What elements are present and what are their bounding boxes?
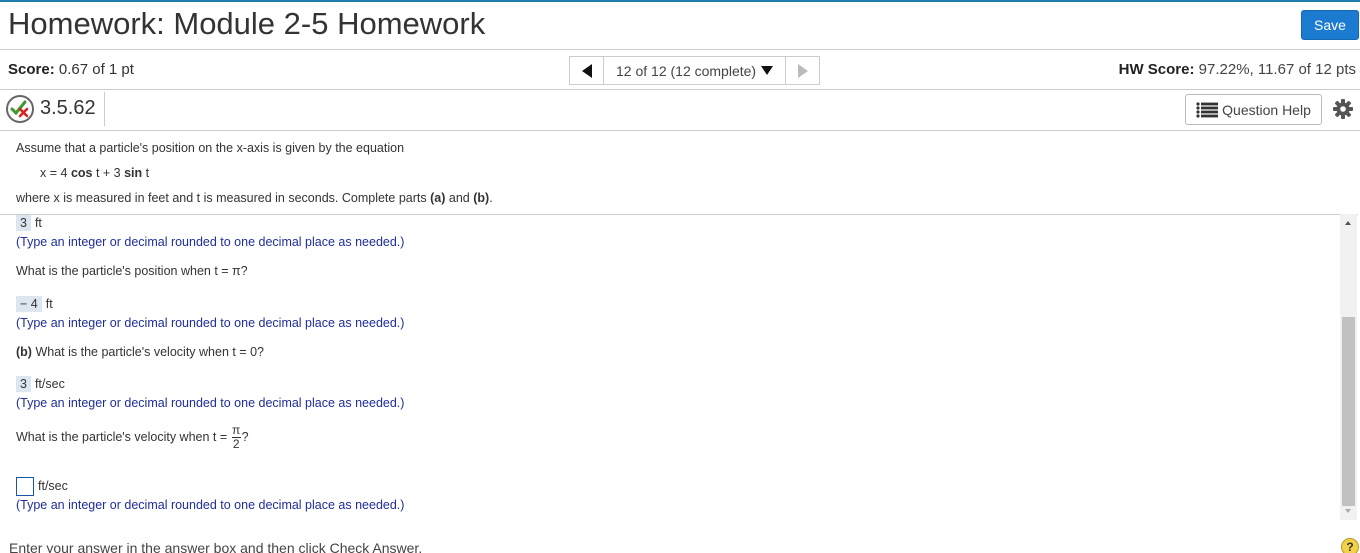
equation-sin: sin (124, 166, 143, 180)
scroll-up-icon[interactable] (1345, 221, 1351, 225)
part-b-label: (b) (16, 345, 32, 359)
answer-value[interactable]: 3 (16, 215, 31, 231)
unit-label: ft/sec (38, 478, 68, 493)
score-value: 0.67 of 1 pt (58, 61, 134, 78)
list-icon (1196, 101, 1219, 118)
page-title: Homework: Module 2-5 Homework (8, 6, 486, 41)
chevron-left-icon (581, 63, 592, 78)
question-text-body: What is the particle's velocity when t =… (35, 345, 264, 359)
equation-part: x = 4 (40, 166, 68, 180)
next-question-button[interactable] (785, 56, 821, 85)
answer-value[interactable]: − 4 (16, 296, 42, 312)
answer-row: 3 ft (16, 215, 42, 231)
part-a-label: (a) (430, 191, 446, 205)
previous-question-button[interactable] (569, 56, 604, 85)
hint-text: (Type an integer or decimal rounded to o… (16, 316, 405, 330)
instruction-text: where x is measured in feet and t is mea… (16, 191, 427, 205)
unit-label: ft/sec (34, 377, 65, 391)
divider (0, 49, 1360, 50)
question-text: What is the particle's position when t =… (16, 264, 248, 278)
unit-label: ft (34, 216, 42, 230)
hw-score-label: HW Score: (1118, 61, 1195, 78)
question-text-body: ? (241, 429, 249, 444)
question-text: What is the particle's velocity when t =… (16, 423, 249, 451)
save-button[interactable]: Save (1301, 10, 1359, 40)
help-icon[interactable]: ? (1341, 538, 1359, 553)
fraction-denominator: 2 (232, 437, 240, 451)
divider (104, 92, 105, 126)
question-navigator: 12 of 12 (12 complete) (569, 56, 821, 85)
unit-label: ft (45, 297, 53, 311)
score-label: Score: (8, 61, 55, 78)
answer-row: − 4 ft (16, 296, 53, 312)
question-text: (b) What is the particle's velocity when… (16, 345, 264, 359)
problem-intro: Assume that a particle's position on the… (16, 141, 405, 155)
question-dropdown[interactable]: 12 of 12 (12 complete) (604, 56, 786, 85)
part-b-label: (b) (473, 191, 490, 205)
question-dropdown-label: 12 of 12 (12 complete) (616, 62, 757, 79)
position-equation: x = 4 cos t + 3 sin t (40, 166, 149, 180)
problem-instructions: where x is measured in feet and t is mea… (16, 191, 493, 205)
caret-down-icon (761, 66, 774, 75)
work-scroll-area[interactable] (0, 214, 1358, 520)
question-help-label: Question Help (1222, 101, 1311, 118)
question-help-button[interactable]: Question Help (1185, 94, 1322, 125)
hw-score-value: 97.22%, 11.67 of 12 pts (1198, 61, 1356, 78)
question-number: 3.5.62 (40, 97, 96, 119)
top-accent-bar (0, 0, 1360, 2)
equation-part: t (142, 166, 150, 180)
scrollbar-thumb[interactable] (1342, 317, 1355, 506)
answer-input[interactable] (16, 477, 34, 496)
chevron-right-icon (797, 63, 808, 78)
divider (0, 130, 1360, 131)
equation-part: t + 3 (92, 166, 125, 180)
fraction-numerator: π (232, 423, 241, 437)
fraction: π 2 (231, 423, 241, 451)
hint-text: (Type an integer or decimal rounded to o… (16, 235, 405, 249)
scroll-down-icon[interactable] (1345, 509, 1351, 513)
question-header: 3.5.62 Question Help (0, 90, 1360, 130)
instruction-text: and (448, 191, 470, 205)
hint-text: (Type an integer or decimal rounded to o… (16, 498, 405, 512)
answer-row: ft/sec (16, 477, 68, 496)
hw-score-text: HW Score: 97.22%, 11.67 of 12 pts (1119, 61, 1356, 78)
answer-row: 3 ft/sec (16, 376, 65, 392)
equation-cos: cos (70, 166, 93, 180)
gear-icon[interactable] (1333, 99, 1353, 119)
partial-credit-icon (6, 95, 34, 123)
footer-instruction: Enter your answer in the answer box and … (9, 540, 423, 553)
score-text: Score: 0.67 of 1 pt (8, 61, 134, 78)
answer-value[interactable]: 3 (16, 376, 31, 392)
question-text-body: What is the particle's velocity when t = (16, 429, 228, 444)
hint-text: (Type an integer or decimal rounded to o… (16, 396, 405, 410)
